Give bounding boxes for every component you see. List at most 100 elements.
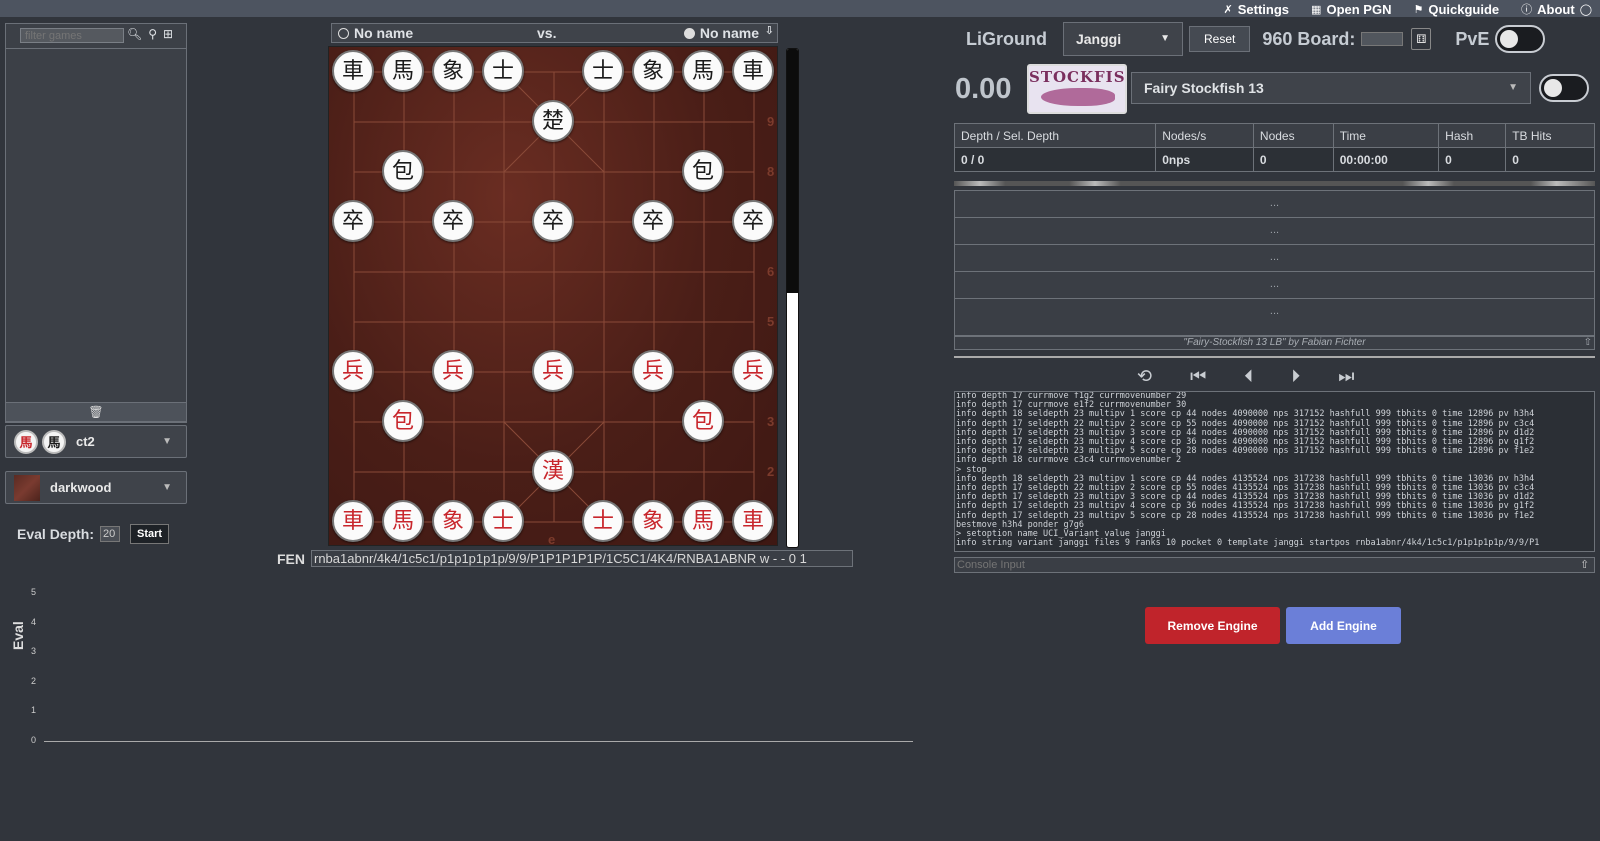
eval-depth-input[interactable]	[100, 526, 121, 542]
black-piece[interactable]: 象	[432, 50, 474, 92]
board-theme-select[interactable]: darkwood ▼	[5, 471, 187, 504]
previous-move-icon[interactable]: ⏴	[1244, 366, 1253, 387]
eval-chart: Eval 5 4 3 2 1 0	[0, 580, 920, 750]
black-piece[interactable]: 包	[682, 150, 724, 192]
black-piece[interactable]: 卒	[532, 200, 574, 242]
red-piece[interactable]: 馬	[682, 500, 724, 542]
engine-credit: "Fairy-Stockfish 13 LB" by Fabian Fichte…	[954, 336, 1595, 350]
black-piece[interactable]: 卒	[732, 200, 774, 242]
red-piece[interactable]: 兵	[432, 350, 474, 392]
menu-quickguide[interactable]: ⚑ Quickguide	[1413, 1, 1499, 17]
black-piece[interactable]: 卒	[332, 200, 374, 242]
flip-icon[interactable]: ⇩	[765, 24, 774, 37]
red-piece[interactable]: 馬	[382, 500, 424, 542]
black-piece[interactable]: 楚	[532, 100, 574, 142]
red-piece[interactable]: 車	[732, 500, 774, 542]
red-piece[interactable]: 兵	[732, 350, 774, 392]
expand-icon[interactable]: ⇧	[1580, 558, 1589, 571]
eval-depth-row: Eval Depth: Start	[17, 524, 170, 544]
black-piece[interactable]: 象	[632, 50, 674, 92]
github-icon[interactable]: ◯	[1580, 3, 1592, 16]
filter-icon[interactable]: ⚲	[148, 27, 157, 41]
menu-quickguide-label: Quickguide	[1428, 1, 1500, 17]
console-line: info string variant janggi files 9 ranks…	[956, 538, 1540, 549]
fish-icon	[1041, 88, 1115, 106]
delete-games-button[interactable]: 🗑︎	[5, 402, 187, 422]
pv-line[interactable]: ...	[955, 245, 1594, 272]
stockfish-logo: STOCKFISH	[1027, 64, 1127, 114]
console-input[interactable]	[954, 557, 1595, 573]
red-piece[interactable]: 包	[382, 400, 424, 442]
filter-games-input[interactable]	[20, 28, 124, 43]
divider	[954, 356, 1595, 358]
red-piece[interactable]: 象	[432, 500, 474, 542]
variant-select[interactable]: Janggi ▼	[1062, 22, 1183, 56]
player-black-name: No name	[699, 25, 759, 41]
eval-tick: 1	[31, 705, 37, 715]
engine-select[interactable]: Fairy Stockfish 13 ▼	[1131, 72, 1531, 104]
black-piece[interactable]: 包	[382, 150, 424, 192]
next-move-icon[interactable]: ⏵	[1291, 366, 1300, 387]
pv-line[interactable]: ...	[955, 191, 1594, 218]
menu-about[interactable]: ⓘ About ◯	[1521, 1, 1592, 17]
piece-preview-black-icon: 馬	[42, 429, 66, 454]
start-eval-button[interactable]: Start	[130, 524, 170, 544]
red-piece[interactable]: 兵	[532, 350, 574, 392]
variant-label: Janggi	[1075, 31, 1122, 47]
first-move-icon[interactable]: ⏮	[1190, 366, 1206, 387]
player-black: No name	[683, 25, 759, 41]
red-piece[interactable]: 兵	[632, 350, 674, 392]
white-dot-icon	[338, 27, 349, 39]
red-piece[interactable]: 士	[582, 500, 624, 542]
red-piece[interactable]: 士	[482, 500, 524, 542]
expand-icon[interactable]: ⇧	[1584, 337, 1592, 349]
red-piece[interactable]: 兵	[332, 350, 374, 392]
piece-set-select[interactable]: 馬 馬 ct2 ▼	[5, 425, 187, 458]
black-piece[interactable]: 卒	[432, 200, 474, 242]
add-engine-button[interactable]: Add Engine	[1286, 607, 1401, 644]
stats-header: Nodes	[1252, 123, 1334, 148]
fen-input[interactable]: rnba1abnr/4k4/1c5c1/p1p1p1p1p/9/9/P1P1P1…	[311, 550, 853, 567]
pve-toggle[interactable]	[1495, 25, 1546, 53]
black-piece[interactable]: 車	[732, 50, 774, 92]
reset-button[interactable]: Reset	[1188, 26, 1251, 52]
black-piece[interactable]: 士	[482, 50, 524, 92]
versus-label: vs.	[537, 25, 557, 41]
rank-label: 8	[767, 164, 775, 179]
game-list[interactable]	[6, 48, 186, 424]
console-line: info depth 18 currmove c3c4 currmovenumb…	[956, 455, 1182, 466]
black-piece[interactable]: 馬	[382, 50, 424, 92]
rank-label: 3	[767, 414, 775, 429]
menu-open-pgn-label: Open PGN	[1326, 1, 1392, 17]
black-piece[interactable]: 士	[582, 50, 624, 92]
black-piece[interactable]: 馬	[682, 50, 724, 92]
red-piece[interactable]: 包	[682, 400, 724, 442]
engine-console[interactable]: info depth 17 currmove f1g2 currmovenumb…	[954, 391, 1595, 552]
pv-lines: ... ... ... ... ...	[954, 190, 1595, 336]
chevron-down-icon: ▼	[1160, 33, 1170, 44]
black-piece[interactable]: 車	[332, 50, 374, 92]
pv-line[interactable]: ...	[955, 218, 1594, 245]
rotate-board-icon[interactable]: ⟲	[1137, 366, 1152, 387]
remove-engine-button[interactable]: Remove Engine	[1145, 607, 1280, 644]
red-piece[interactable]: 象	[632, 500, 674, 542]
eval-tick: 2	[31, 676, 37, 686]
last-move-icon[interactable]: ⏭	[1338, 366, 1354, 387]
stats-header: Nodes/s	[1155, 123, 1254, 148]
board960-dice-icon[interactable]: ⚅	[1411, 28, 1432, 50]
pv-line[interactable]: ...	[955, 272, 1594, 299]
menu-settings[interactable]: ✗ Settings	[1224, 1, 1290, 17]
stats-value: 0nps	[1155, 147, 1254, 172]
menu-open-pgn[interactable]: ▦ Open PGN	[1311, 1, 1391, 17]
black-dot-icon	[683, 27, 695, 39]
black-piece[interactable]: 卒	[632, 200, 674, 242]
engine-toggle[interactable]	[1539, 74, 1589, 102]
stats-value: 00:00:00	[1332, 147, 1440, 172]
search-icon[interactable]: 🔍︎	[127, 27, 142, 41]
grid-icon[interactable]: ⊞	[163, 27, 173, 41]
board960-input[interactable]	[1361, 32, 1404, 46]
pv-line[interactable]: ...	[955, 299, 1594, 326]
stats-value: 0	[1438, 147, 1507, 172]
red-piece[interactable]: 車	[332, 500, 374, 542]
red-piece[interactable]: 漢	[532, 450, 574, 492]
